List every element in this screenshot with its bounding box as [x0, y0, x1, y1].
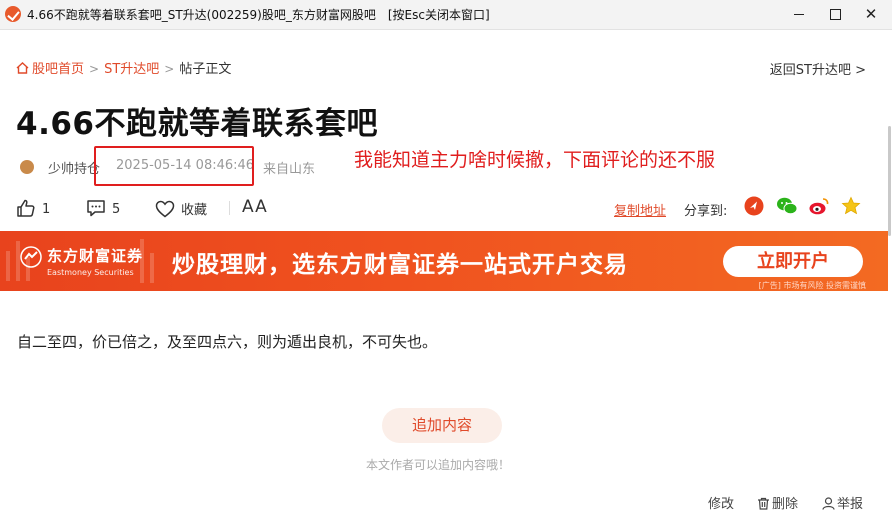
breadcrumb: 股吧首页 > ST升达吧 > 帖子正文	[16, 58, 231, 77]
eastmoney-logo-icon	[20, 246, 42, 268]
breadcrumb-bar[interactable]: ST升达吧	[104, 62, 159, 77]
post-action-bar: 1 5 收藏 AA 复制地址 分享到:	[16, 196, 876, 220]
delete-button[interactable]: 删除	[757, 493, 798, 512]
font-size-button[interactable]: AA	[242, 197, 268, 217]
append-hint: 本文作者可以追加内容哦！	[365, 458, 510, 472]
comment-icon	[87, 200, 105, 217]
breadcrumb-current: 帖子正文	[179, 62, 232, 77]
toutiao-icon[interactable]	[744, 196, 764, 216]
annotation-text: 我能知道主力啥时候撤，下面评论的还不服	[354, 149, 716, 171]
annotation-highlight-box	[94, 146, 254, 186]
append-content-button[interactable]: 追加内容	[382, 408, 502, 443]
comment-button[interactable]: 5	[86, 199, 120, 217]
banner-disclaimer: [广告] 市场有风险 投资需谨慎	[758, 281, 866, 290]
app-icon	[5, 6, 21, 22]
copy-link-button[interactable]: 复制地址	[614, 200, 666, 219]
post-title: 4.66不跑就等着联系套吧	[16, 106, 378, 142]
banner-logo: 东方财富证券 Eastmoney Securities	[47, 245, 143, 277]
report-button[interactable]: 举报	[822, 493, 863, 512]
banner-logo-en: Eastmoney Securities	[47, 268, 134, 277]
action-divider	[229, 201, 230, 215]
post-body: 自二至四，价已倍之，及至四点六，则为遁出良机，不可失也。	[17, 333, 438, 351]
heart-icon	[155, 200, 175, 218]
breadcrumb-separator: >	[89, 62, 100, 76]
thumbs-up-icon	[17, 199, 35, 217]
home-icon	[16, 62, 29, 74]
open-account-button[interactable]: 立即开户	[723, 246, 863, 277]
favorite-button[interactable]: 收藏	[155, 199, 207, 218]
share-label: 分享到:	[684, 204, 728, 219]
window-titlebar: 4.66不跑就等着联系套吧_ST升达(002259)股吧_东方财富网股吧 [按E…	[0, 0, 892, 30]
post-footer-actions: 修改 删除 举报	[0, 493, 876, 512]
author-name[interactable]: 少帅持仓	[48, 158, 100, 177]
avatar[interactable]	[20, 160, 34, 174]
like-count: 1	[42, 202, 51, 217]
weibo-icon[interactable]	[808, 196, 830, 216]
delete-label: 删除	[772, 497, 799, 512]
report-icon	[822, 497, 835, 510]
comment-count: 5	[112, 202, 121, 217]
favorite-label: 收藏	[181, 203, 208, 218]
ad-banner[interactable]: 东方财富证券 Eastmoney Securities 炒股理财，选东方财富证券…	[0, 231, 888, 291]
report-label: 举报	[837, 497, 864, 512]
wechat-icon[interactable]	[776, 196, 798, 216]
close-button[interactable]: ✕	[848, 0, 892, 29]
breadcrumb-home[interactable]: 股吧首页	[32, 62, 84, 77]
scrollbar-thumb[interactable]	[888, 126, 891, 236]
back-to-bar-link[interactable]: 返回ST升达吧 >	[770, 59, 866, 78]
banner-slogan: 炒股理财，选东方财富证券一站式开户交易	[172, 252, 628, 278]
like-button[interactable]: 1	[16, 199, 50, 217]
banner-logo-cn: 东方财富证券	[47, 247, 144, 265]
window-title: 4.66不跑就等着联系套吧_ST升达(002259)股吧_东方财富网股吧 [按E…	[27, 8, 490, 22]
breadcrumb-separator: >	[164, 62, 175, 76]
trash-icon	[758, 497, 769, 510]
post-location: 来自山东	[263, 162, 316, 177]
star-icon[interactable]	[841, 196, 861, 216]
edit-button[interactable]: 修改	[708, 493, 734, 512]
